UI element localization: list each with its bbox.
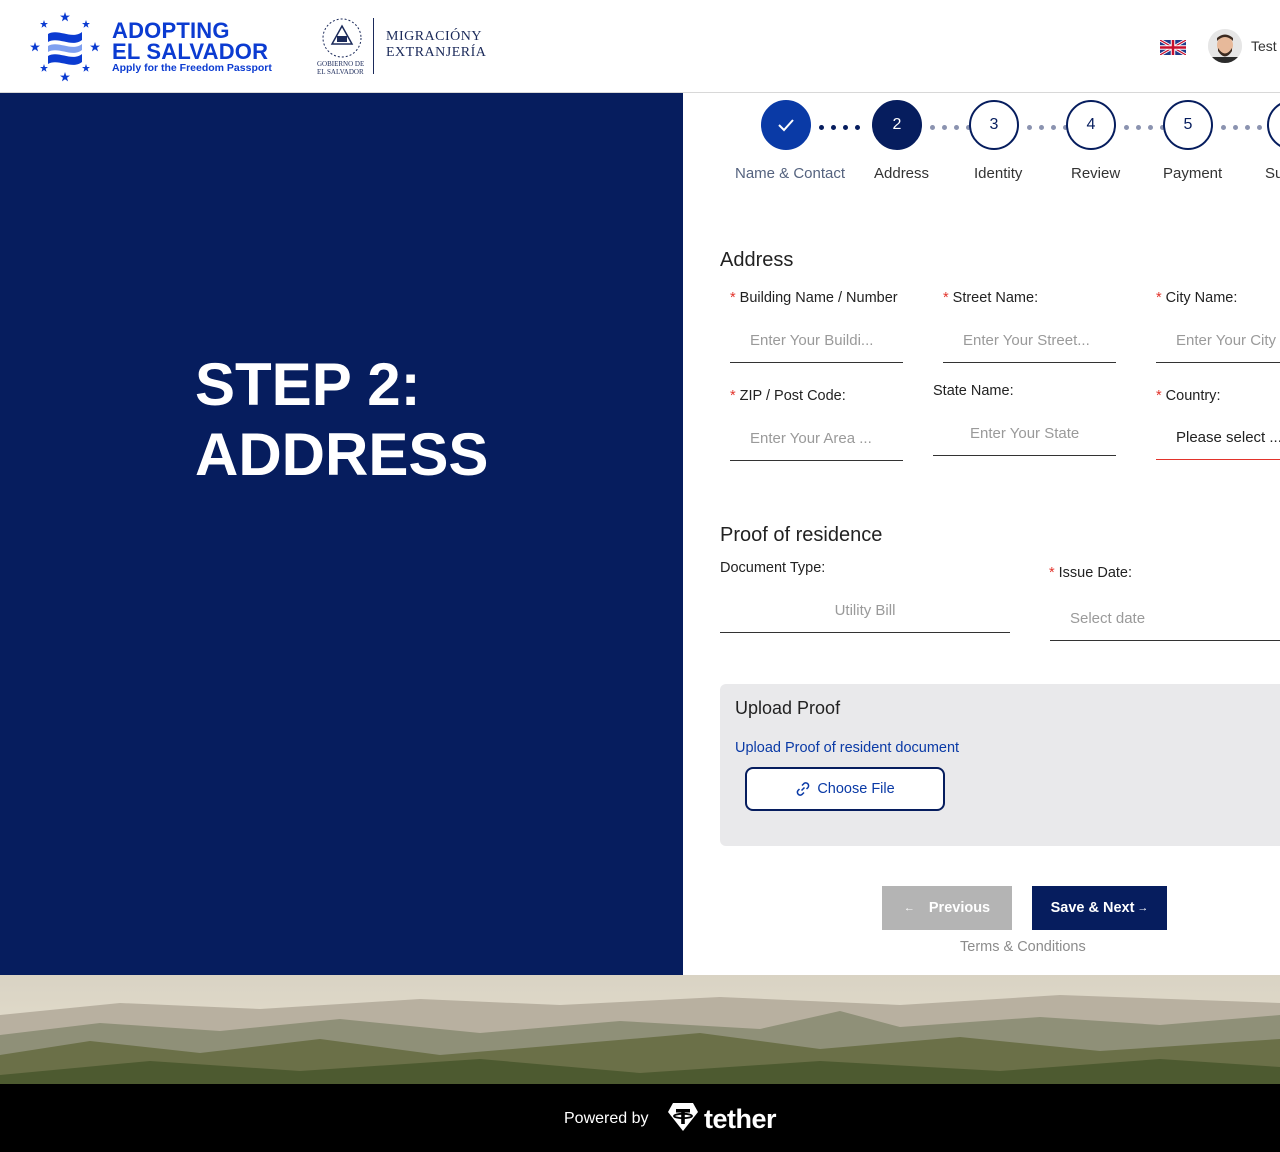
gov-divider bbox=[373, 18, 374, 74]
step-4-circle[interactable]: 4 bbox=[1066, 100, 1116, 150]
country-select[interactable]: Please select ... bbox=[1156, 416, 1280, 460]
landscape-banner-image bbox=[0, 975, 1280, 1084]
upload-proof-box: Upload Proof Upload Proof of resident do… bbox=[720, 684, 1280, 846]
previous-button[interactable]: ← Previous bbox=[882, 886, 1012, 930]
address-section-title: Address bbox=[720, 249, 794, 271]
upload-proof-link[interactable]: Upload Proof of resident document bbox=[735, 740, 959, 756]
country-label: * Country: bbox=[1156, 388, 1221, 404]
building-input[interactable]: Enter Your Buildi... bbox=[730, 319, 903, 363]
step-hero-title: STEP 2: ADDRESS bbox=[195, 351, 489, 488]
step-2-label[interactable]: Address bbox=[874, 165, 929, 182]
top-header: ADOPTING EL SALVADOR Apply for the Freed… bbox=[0, 0, 1280, 93]
tether-logo-icon[interactable] bbox=[667, 1102, 699, 1132]
choose-file-button[interactable]: Choose File bbox=[745, 767, 945, 811]
zip-input[interactable]: Enter Your Area ... bbox=[730, 417, 903, 461]
government-seal-icon bbox=[322, 18, 362, 58]
city-input[interactable]: Enter Your City bbox=[1156, 319, 1280, 363]
step-hero-panel bbox=[0, 93, 683, 975]
form-panel: 2 3 4 5 Name & Contact Address Identity … bbox=[683, 93, 1280, 975]
state-label: State Name: bbox=[933, 383, 1014, 399]
city-label: * City Name: bbox=[1156, 290, 1238, 306]
gov-agency-name: MIGRACIÓNY EXTRANJERÍA bbox=[386, 29, 487, 60]
save-next-button[interactable]: Save & Next → bbox=[1032, 886, 1167, 930]
step-6-circle[interactable] bbox=[1267, 100, 1280, 150]
uk-flag-icon[interactable] bbox=[1160, 40, 1186, 55]
step-connector bbox=[1221, 123, 1269, 130]
step-6-label[interactable]: Su bbox=[1265, 165, 1280, 182]
step-4-label[interactable]: Review bbox=[1071, 165, 1120, 182]
proof-section-title: Proof of residence bbox=[720, 524, 883, 546]
issue-date-label: * Issue Date: bbox=[1049, 565, 1133, 581]
user-avatar[interactable] bbox=[1208, 29, 1242, 63]
gov-small-text: GOBIERNO DE EL SALVADOR bbox=[317, 60, 365, 76]
doc-type-select[interactable]: Utility Bill bbox=[720, 589, 1010, 633]
step-connector bbox=[819, 123, 867, 130]
building-label: * Building Name / Number bbox=[730, 290, 898, 306]
el-salvador-logo-icon[interactable] bbox=[28, 10, 102, 84]
logo-title: ADOPTING EL SALVADOR bbox=[112, 18, 269, 64]
step-5-circle[interactable]: 5 bbox=[1163, 100, 1213, 150]
street-label: * Street Name: bbox=[943, 290, 1039, 306]
tether-brand[interactable]: tether bbox=[704, 1104, 777, 1135]
step-1-circle[interactable] bbox=[761, 100, 811, 150]
link-icon bbox=[797, 782, 810, 796]
step-2-circle[interactable]: 2 bbox=[872, 100, 922, 150]
step-1-label[interactable]: Name & Contact bbox=[735, 165, 845, 182]
terms-link[interactable]: Terms & Conditions bbox=[960, 939, 1086, 955]
arrow-right-icon: → bbox=[1137, 902, 1149, 914]
user-name[interactable]: Test bbox=[1251, 38, 1277, 54]
upload-title: Upload Proof bbox=[735, 698, 841, 718]
street-input[interactable]: Enter Your Street... bbox=[943, 319, 1116, 363]
avatar-face-icon bbox=[1208, 29, 1242, 63]
step-3-label[interactable]: Identity bbox=[974, 165, 1022, 182]
powered-by-text: Powered by bbox=[564, 1110, 649, 1127]
state-input[interactable]: Enter Your State bbox=[933, 412, 1116, 456]
footer: Powered by tether bbox=[0, 1084, 1280, 1152]
step-5-label[interactable]: Payment bbox=[1163, 165, 1222, 182]
logo-tagline: Apply for the Freedom Passport bbox=[112, 62, 272, 74]
zip-label: * ZIP / Post Code: bbox=[730, 388, 846, 404]
issue-date-picker[interactable]: Select date bbox=[1050, 597, 1280, 641]
mountain-landscape-icon bbox=[0, 975, 1280, 1084]
doc-type-label: Document Type: bbox=[720, 560, 826, 576]
check-icon bbox=[778, 119, 794, 132]
step-3-circle[interactable]: 3 bbox=[969, 100, 1019, 150]
arrow-left-icon: ← bbox=[903, 902, 915, 914]
